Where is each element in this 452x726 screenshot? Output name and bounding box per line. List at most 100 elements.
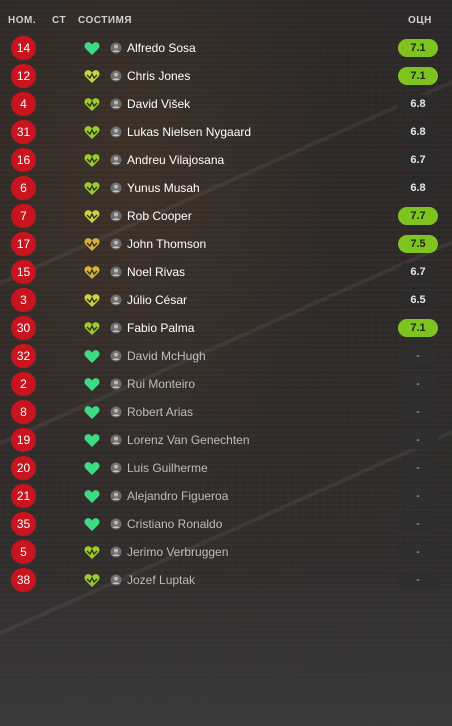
header-number[interactable]: НОМ. bbox=[8, 15, 36, 26]
condition-heart-icon bbox=[84, 238, 100, 251]
player-avatar-icon bbox=[110, 210, 122, 222]
player-row[interactable]: 38 Jozef Luptak - bbox=[0, 566, 452, 594]
player-avatar-icon bbox=[110, 490, 122, 502]
rating-badge: 6.8 bbox=[398, 179, 438, 197]
player-avatar-icon bbox=[110, 294, 122, 306]
squad-number-badge: 16 bbox=[11, 148, 36, 172]
player-row[interactable]: 5 Jerimo Verbruggen - bbox=[0, 538, 452, 566]
condition-heart-icon bbox=[84, 70, 100, 83]
player-name[interactable]: John Thomson bbox=[127, 237, 206, 251]
player-name[interactable]: Rui Monteiro bbox=[127, 377, 195, 391]
squad-number-badge: 7 bbox=[11, 204, 36, 228]
player-row[interactable]: 30 Fabio Palma 7.1 bbox=[0, 314, 452, 342]
header-rating[interactable]: ОЦН bbox=[408, 15, 432, 26]
player-name[interactable]: David McHugh bbox=[127, 349, 206, 363]
player-row[interactable]: 19 Lorenz Van Genechten - bbox=[0, 426, 452, 454]
player-avatar-icon bbox=[110, 462, 122, 474]
player-name[interactable]: Júlio César bbox=[127, 293, 187, 307]
player-avatar-icon bbox=[110, 434, 122, 446]
player-name[interactable]: Robert Arias bbox=[127, 405, 193, 419]
rating-badge: 7.1 bbox=[398, 39, 438, 57]
squad-number-badge: 4 bbox=[11, 92, 36, 116]
squad-number-badge: 5 bbox=[11, 540, 36, 564]
rating-badge: 6.5 bbox=[398, 291, 438, 309]
header-st[interactable]: СТ bbox=[52, 15, 66, 26]
player-row[interactable]: 2 Rui Monteiro - bbox=[0, 370, 452, 398]
player-row[interactable]: 8 Robert Arias - bbox=[0, 398, 452, 426]
rating-badge: - bbox=[398, 459, 438, 477]
player-row[interactable]: 12 Chris Jones 7.1 bbox=[0, 62, 452, 90]
rating-badge: - bbox=[398, 515, 438, 533]
player-name[interactable]: Alejandro Figueroa bbox=[127, 489, 228, 503]
player-row[interactable]: 16 Andreu Vilajosana 6.7 bbox=[0, 146, 452, 174]
player-row[interactable]: 6 Yunus Musah 6.8 bbox=[0, 174, 452, 202]
condition-heart-icon bbox=[84, 462, 100, 475]
player-name[interactable]: David Višek bbox=[127, 97, 190, 111]
condition-heart-icon bbox=[84, 322, 100, 335]
header-condition[interactable]: СОСТИМЯ bbox=[78, 15, 132, 26]
condition-heart-icon bbox=[84, 182, 100, 195]
rating-badge: - bbox=[398, 431, 438, 449]
player-name[interactable]: Lorenz Van Genechten bbox=[127, 433, 250, 447]
rating-badge: - bbox=[398, 347, 438, 365]
player-row[interactable]: 3 Júlio César 6.5 bbox=[0, 286, 452, 314]
rating-badge: 6.8 bbox=[398, 123, 438, 141]
player-name[interactable]: Yunus Musah bbox=[127, 181, 200, 195]
player-row[interactable]: 17 John Thomson 7.5 bbox=[0, 230, 452, 258]
player-name[interactable]: Fabio Palma bbox=[127, 321, 194, 335]
rating-badge: 7.5 bbox=[398, 235, 438, 253]
squad-number-badge: 31 bbox=[11, 120, 36, 144]
player-avatar-icon bbox=[110, 546, 122, 558]
player-avatar-icon bbox=[110, 98, 122, 110]
player-row[interactable]: 15 Noel Rivas 6.7 bbox=[0, 258, 452, 286]
player-name[interactable]: Luis Guilherme bbox=[127, 461, 208, 475]
player-avatar-icon bbox=[110, 126, 122, 138]
player-row[interactable]: 35 Cristiano Ronaldo - bbox=[0, 510, 452, 538]
condition-heart-icon bbox=[84, 42, 100, 55]
condition-heart-icon bbox=[84, 210, 100, 223]
player-name[interactable]: Lukas Nielsen Nygaard bbox=[127, 125, 251, 139]
rating-badge: 6.7 bbox=[398, 151, 438, 169]
condition-heart-icon bbox=[84, 350, 100, 363]
squad-number-badge: 30 bbox=[11, 316, 36, 340]
player-name[interactable]: Noel Rivas bbox=[127, 265, 185, 279]
squad-number-badge: 20 bbox=[11, 456, 36, 480]
condition-heart-icon bbox=[84, 126, 100, 139]
player-row[interactable]: 21 Alejandro Figueroa - bbox=[0, 482, 452, 510]
player-row[interactable]: 32 David McHugh - bbox=[0, 342, 452, 370]
player-avatar-icon bbox=[110, 70, 122, 82]
squad-ratings-panel: НОМ. СТ СОСТИМЯ ОЦН 14 Alfredo Sosa 7.1 12 C… bbox=[0, 0, 452, 726]
player-avatar-icon bbox=[110, 518, 122, 530]
rating-badge: 6.8 bbox=[398, 95, 438, 113]
player-name[interactable]: Rob Cooper bbox=[127, 209, 192, 223]
player-row[interactable]: 7 Rob Cooper 7.7 bbox=[0, 202, 452, 230]
player-name[interactable]: Jozef Luptak bbox=[127, 573, 195, 587]
squad-number-badge: 21 bbox=[11, 484, 36, 508]
squad-number-badge: 17 bbox=[11, 232, 36, 256]
player-avatar-icon bbox=[110, 574, 122, 586]
player-name[interactable]: Chris Jones bbox=[127, 69, 190, 83]
condition-heart-icon bbox=[84, 294, 100, 307]
rating-badge: 6.7 bbox=[398, 263, 438, 281]
squad-number-badge: 2 bbox=[11, 372, 36, 396]
player-avatar-icon bbox=[110, 238, 122, 250]
player-name[interactable]: Cristiano Ronaldo bbox=[127, 517, 222, 531]
player-avatar-icon bbox=[110, 154, 122, 166]
player-avatar-icon bbox=[110, 182, 122, 194]
player-avatar-icon bbox=[110, 406, 122, 418]
condition-heart-icon bbox=[84, 98, 100, 111]
rating-badge: - bbox=[398, 375, 438, 393]
squad-number-badge: 8 bbox=[11, 400, 36, 424]
player-row[interactable]: 4 David Višek 6.8 bbox=[0, 90, 452, 118]
player-name[interactable]: Alfredo Sosa bbox=[127, 41, 196, 55]
condition-heart-icon bbox=[84, 490, 100, 503]
player-avatar-icon bbox=[110, 322, 122, 334]
player-name[interactable]: Andreu Vilajosana bbox=[127, 153, 224, 167]
rating-badge: 7.1 bbox=[398, 67, 438, 85]
player-row[interactable]: 14 Alfredo Sosa 7.1 bbox=[0, 34, 452, 62]
squad-number-badge: 35 bbox=[11, 512, 36, 536]
player-row[interactable]: 31 Lukas Nielsen Nygaard 6.8 bbox=[0, 118, 452, 146]
rating-badge: - bbox=[398, 543, 438, 561]
player-row[interactable]: 20 Luis Guilherme - bbox=[0, 454, 452, 482]
player-name[interactable]: Jerimo Verbruggen bbox=[127, 545, 228, 559]
